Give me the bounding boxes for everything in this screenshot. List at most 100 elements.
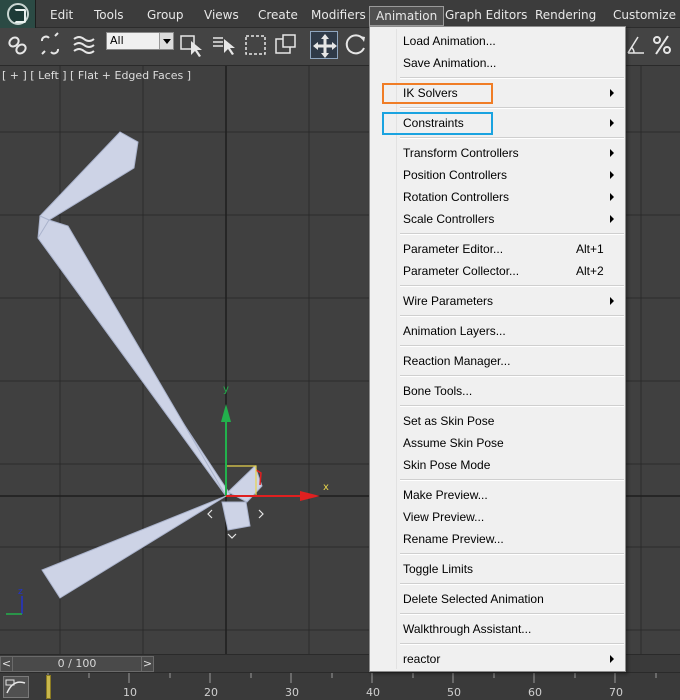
axis-x-label: x bbox=[323, 482, 329, 493]
select-by-name-icon[interactable] bbox=[210, 31, 238, 59]
menu-item-label: Reaction Manager... bbox=[403, 354, 511, 368]
window-crossing-icon[interactable] bbox=[272, 31, 300, 59]
menu-modifiers[interactable]: Modifiers bbox=[311, 6, 366, 24]
menu-item-wire-parameters[interactable]: Wire Parameters bbox=[370, 290, 625, 312]
menu-separator bbox=[400, 345, 624, 347]
menu-item-label: Set as Skin Pose bbox=[403, 414, 495, 428]
menu-item-reaction-manager[interactable]: Reaction Manager... bbox=[370, 350, 625, 372]
menu-item-rotation-controllers[interactable]: Rotation Controllers bbox=[370, 186, 625, 208]
tick-label: 50 bbox=[447, 686, 461, 699]
select-and-move-icon[interactable] bbox=[310, 31, 338, 59]
menu-group[interactable]: Group bbox=[147, 6, 184, 24]
menu-item-rename-preview[interactable]: Rename Preview... bbox=[370, 528, 625, 550]
time-prev-button[interactable]: < bbox=[1, 657, 13, 671]
menu-customize[interactable]: Customize bbox=[613, 6, 676, 24]
menu-item-label: Make Preview... bbox=[403, 488, 488, 502]
menu-item-parameter-editor[interactable]: Parameter Editor... Alt+1 bbox=[370, 238, 625, 260]
menu-separator bbox=[400, 643, 624, 645]
angle-snap-icon[interactable] bbox=[622, 31, 650, 59]
menu-item-parameter-collector[interactable]: Parameter Collector... Alt+2 bbox=[370, 260, 625, 282]
menu-item-label: Delete Selected Animation bbox=[403, 592, 544, 606]
selection-filter-dropdown[interactable]: All bbox=[106, 32, 174, 50]
menu-item-label: Walkthrough Assistant... bbox=[403, 622, 532, 636]
menu-views[interactable]: Views bbox=[204, 6, 239, 24]
app-logo-button[interactable] bbox=[0, 0, 36, 28]
menu-item-transform-controllers[interactable]: Transform Controllers bbox=[370, 142, 625, 164]
menu-item-animation-layers[interactable]: Animation Layers... bbox=[370, 320, 625, 342]
select-object-icon[interactable] bbox=[178, 31, 206, 59]
bind-to-space-warp-icon[interactable] bbox=[70, 31, 98, 59]
unlink-icon[interactable] bbox=[36, 31, 64, 59]
menu-item-skin-pose-mode[interactable]: Skin Pose Mode bbox=[370, 454, 625, 476]
menu-animation[interactable]: Animation bbox=[369, 6, 445, 26]
menu-item-shortcut: Alt+1 bbox=[576, 242, 604, 256]
menu-item-make-preview[interactable]: Make Preview... bbox=[370, 484, 625, 506]
constraints-highlight-box bbox=[382, 112, 493, 135]
menu-item-position-controllers[interactable]: Position Controllers bbox=[370, 164, 625, 186]
submenu-arrow-icon bbox=[610, 149, 614, 157]
menu-separator bbox=[400, 285, 624, 287]
menu-item-label: Save Animation... bbox=[403, 56, 497, 70]
menu-item-label: Position Controllers bbox=[403, 168, 508, 182]
menu-graph-editors[interactable]: Graph Editors bbox=[445, 6, 527, 24]
menu-item-label: Toggle Limits bbox=[403, 562, 474, 576]
animation-menu-dropdown: Load Animation... Save Animation... IK S… bbox=[369, 26, 626, 672]
menu-item-delete-selected-animation[interactable]: Delete Selected Animation bbox=[370, 588, 625, 610]
viewport-label[interactable]: [ + ] [ Left ] [ Flat + Edged Faces ] bbox=[2, 69, 191, 82]
time-next-button[interactable]: > bbox=[141, 657, 153, 671]
menu-item-label: reactor bbox=[403, 652, 441, 666]
menu-item-label: Wire Parameters bbox=[403, 294, 494, 308]
menu-separator bbox=[400, 583, 624, 585]
menu-item-bone-tools[interactable]: Bone Tools... bbox=[370, 380, 625, 402]
menu-separator bbox=[400, 613, 624, 615]
menu-create[interactable]: Create bbox=[258, 6, 298, 24]
bone-chain[interactable] bbox=[37, 131, 263, 599]
menu-separator bbox=[400, 405, 624, 407]
tick-label: 60 bbox=[528, 686, 542, 699]
menu-separator bbox=[400, 553, 624, 555]
track-ruler[interactable] bbox=[44, 673, 680, 700]
menu-item-label: Load Animation... bbox=[403, 34, 496, 48]
menu-item-assume-skin-pose[interactable]: Assume Skin Pose bbox=[370, 432, 625, 454]
menu-bar: Edit Tools Group Views Create Modifiers … bbox=[0, 0, 680, 28]
menu-item-load-animation[interactable]: Load Animation... bbox=[370, 30, 625, 52]
menu-item-set-as-skin-pose[interactable]: Set as Skin Pose bbox=[370, 410, 625, 432]
menu-item-save-animation[interactable]: Save Animation... bbox=[370, 52, 625, 74]
tick-label: 40 bbox=[366, 686, 380, 699]
menu-item-label: Scale Controllers bbox=[403, 212, 495, 226]
menu-item-view-preview[interactable]: View Preview... bbox=[370, 506, 625, 528]
select-and-rotate-icon[interactable] bbox=[342, 31, 370, 59]
tick-label: 70 bbox=[609, 686, 623, 699]
link-icon[interactable] bbox=[4, 31, 32, 59]
menu-separator bbox=[400, 315, 624, 317]
time-slider-handle[interactable]: < 0 / 100 > bbox=[0, 656, 154, 672]
mini-axis-z-label: z bbox=[18, 587, 23, 597]
menu-item-label: Parameter Editor... bbox=[403, 242, 504, 256]
percent-snap-icon[interactable] bbox=[648, 31, 676, 59]
menu-item-toggle-limits[interactable]: Toggle Limits bbox=[370, 558, 625, 580]
menu-rendering[interactable]: Rendering bbox=[535, 6, 596, 24]
menu-separator bbox=[400, 107, 624, 109]
menu-item-label: Rotation Controllers bbox=[403, 190, 510, 204]
menu-item-label: Assume Skin Pose bbox=[403, 436, 504, 450]
menu-separator bbox=[400, 375, 624, 377]
move-gizmo[interactable] bbox=[207, 404, 320, 539]
ik-solvers-highlight-box bbox=[382, 83, 493, 104]
menu-item-label: Rename Preview... bbox=[403, 532, 504, 546]
mini-curve-editor-icon[interactable] bbox=[3, 676, 29, 698]
current-frame-marker[interactable] bbox=[46, 675, 51, 699]
rectangular-selection-icon[interactable] bbox=[242, 31, 270, 59]
menu-separator bbox=[400, 77, 624, 79]
submenu-arrow-icon bbox=[610, 119, 614, 127]
menu-separator bbox=[400, 137, 624, 139]
menu-tools[interactable]: Tools bbox=[94, 6, 124, 24]
app-logo-icon bbox=[7, 3, 29, 25]
menu-edit[interactable]: Edit bbox=[50, 6, 73, 24]
submenu-arrow-icon bbox=[610, 193, 614, 201]
menu-item-reactor[interactable]: reactor bbox=[370, 648, 625, 670]
view-axis-tripod bbox=[6, 596, 23, 615]
submenu-arrow-icon bbox=[610, 171, 614, 179]
menu-separator bbox=[400, 479, 624, 481]
menu-item-scale-controllers[interactable]: Scale Controllers bbox=[370, 208, 625, 230]
menu-item-walkthrough-assistant[interactable]: Walkthrough Assistant... bbox=[370, 618, 625, 640]
